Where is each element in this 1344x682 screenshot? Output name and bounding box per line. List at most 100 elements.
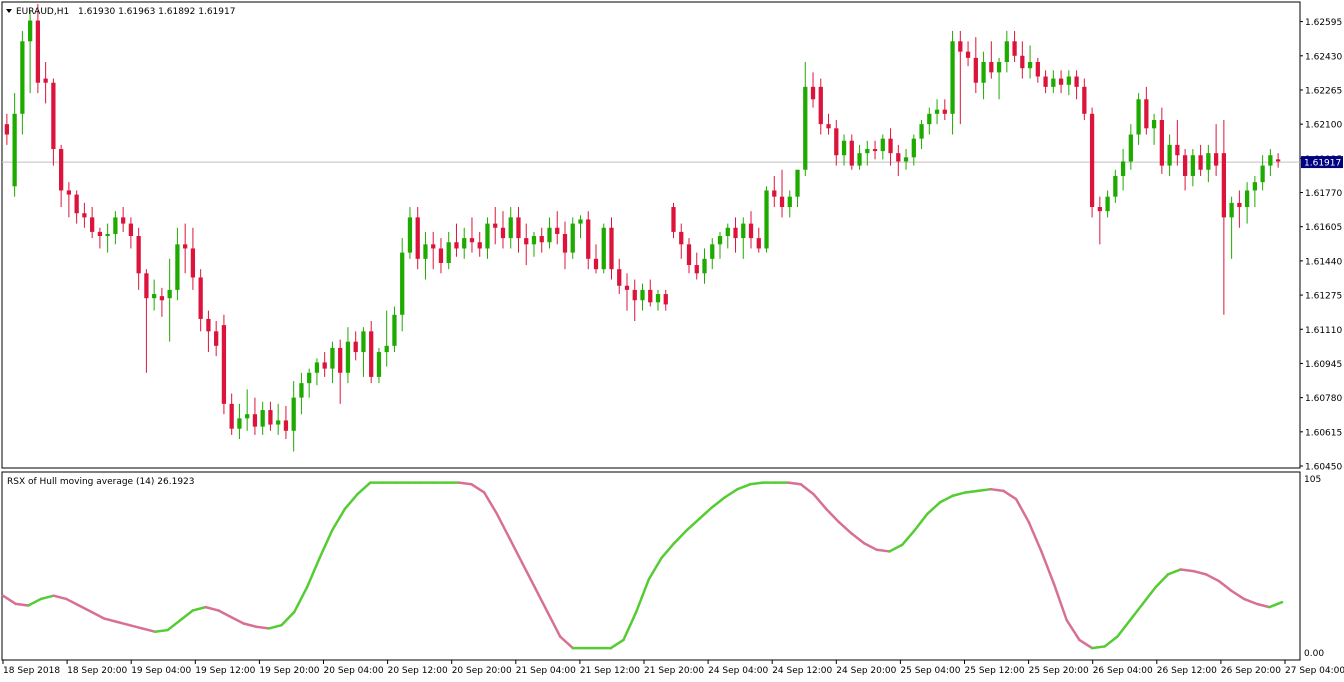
candle-body-bull [291,397,296,431]
candle-body-bull [1167,144,1172,166]
rsx-segment-up [976,487,992,493]
indicator-title: RSX of Hull moving average (14) 26.1923 [7,477,195,487]
candle-body-bear [1213,153,1219,166]
candle-body-bull [462,238,467,249]
candle-body-bear [90,217,95,232]
candle [570,217,575,259]
current-price-label: 1.61917 [1304,159,1341,169]
candle-body-bear [338,347,343,373]
price-tick-label: 1.60945 [1305,360,1342,370]
candle-body-bear [896,153,901,162]
candle-body-bear [516,217,521,239]
price-tick-label: 1.61770 [1305,189,1342,199]
candle-body-bear [748,223,754,239]
candle [1089,107,1095,218]
price-tick-label: 1.61110 [1305,326,1342,336]
candle-body-bear [229,403,234,429]
candle-body-bull [578,219,583,224]
candle-body-bear [283,420,289,431]
candle-body-bear [632,289,637,301]
candle-body-bear [415,217,420,259]
candle-body-bear [1221,153,1226,218]
time-tick-label: 26 Sep 20:00 [1221,666,1281,676]
candle-body-bull [1105,196,1110,212]
current-price-tag: 1.61917 [1301,156,1343,169]
candle-body-bear [198,277,203,319]
candle-body-bear [493,223,498,228]
candle-body-bear [872,149,878,152]
candle-body-bear [942,109,947,114]
candle-body-bull [330,347,335,369]
candle-body-bull [601,227,606,270]
candle-body-bear [1175,144,1180,156]
time-tick-label: 25 Sep 12:00 [965,666,1025,676]
candle-body-bull [27,20,33,42]
candle-body-bear [648,289,653,303]
candle-body-bear [1043,76,1048,87]
candle-body-bull [981,62,986,83]
candle-body-bear [958,41,963,52]
candle-body-bull [741,223,746,239]
candle-body-bull [12,113,17,187]
time-tick-label: 25 Sep 04:00 [900,666,960,676]
candle-body-bull [307,372,312,384]
candle-body-bull [237,418,242,429]
candle [601,223,606,274]
candle-body-bear [322,362,327,369]
time-tick-label: 19 Sep 20:00 [259,666,319,676]
time-tick-label: 20 Sep 12:00 [388,666,448,676]
candle-body-bull [927,113,932,125]
candle-body-bull [531,236,537,245]
candle-body-bull [167,289,172,299]
indicator-axis-top-label: 105 [1304,475,1321,485]
candle-body-bull [950,41,955,114]
candle-body-bull [764,190,769,249]
candle-body-bear [74,194,79,214]
rsx-segment-up [1090,645,1106,650]
candle-body-bull [857,153,862,166]
candle-body-bull [361,331,366,353]
candle-body-bull [803,86,808,170]
rsx-segment-down [786,481,803,486]
candle-body-bear [524,238,529,245]
rsx-segment-down [875,548,891,553]
candle-body-bull [1136,99,1141,135]
time-tick-label: 19 Sep 04:00 [131,666,191,676]
candle-body-bear [849,140,854,166]
candle-body-bear [500,227,506,239]
time-tick-label: 24 Sep 04:00 [708,666,768,676]
candle-body-bear [1074,76,1079,87]
candle-body-bear [369,331,374,377]
candle-body-bear [1089,113,1095,208]
rsx-segment-down [255,625,271,630]
ohlc-values: 1.61930 1.61963 1.61892 1.61917 [78,7,235,17]
price-tick-label: 1.62430 [1305,52,1342,62]
candle-body-bear [159,296,165,301]
candle-body-bear [183,244,188,249]
time-tick-label: 26 Sep 04:00 [1093,666,1153,676]
candle-body-bull [376,352,382,377]
candle-body-bear [593,258,599,270]
candle-body-bear [35,20,41,83]
candle-body-bear [679,231,684,245]
price-tick-label: 1.61440 [1305,257,1342,267]
time-tick-label: 27 Sep 04:00 [1285,666,1344,676]
indicator-frame [1,471,1301,661]
candle-body-bull [547,227,552,243]
candle-body-bear [469,238,475,243]
candle-body-bear [268,410,273,425]
price-tick-label: 1.61605 [1305,223,1342,233]
candle-body-bull [996,62,1002,73]
candle-body-bear [353,341,358,353]
candle-body-bull [1244,190,1250,208]
candle-body-bear [609,227,614,270]
candle-body-bull [1190,155,1195,176]
candle-body-bull [1004,41,1009,63]
rsx-segment-up [748,481,765,486]
candle-body-bear [136,236,141,274]
candle-body-bear [1144,99,1149,129]
candle-body-bull [1051,78,1056,87]
candle-body-bear [733,227,738,239]
candle-body-bear [221,325,227,404]
candle-body-bull [1252,182,1258,191]
